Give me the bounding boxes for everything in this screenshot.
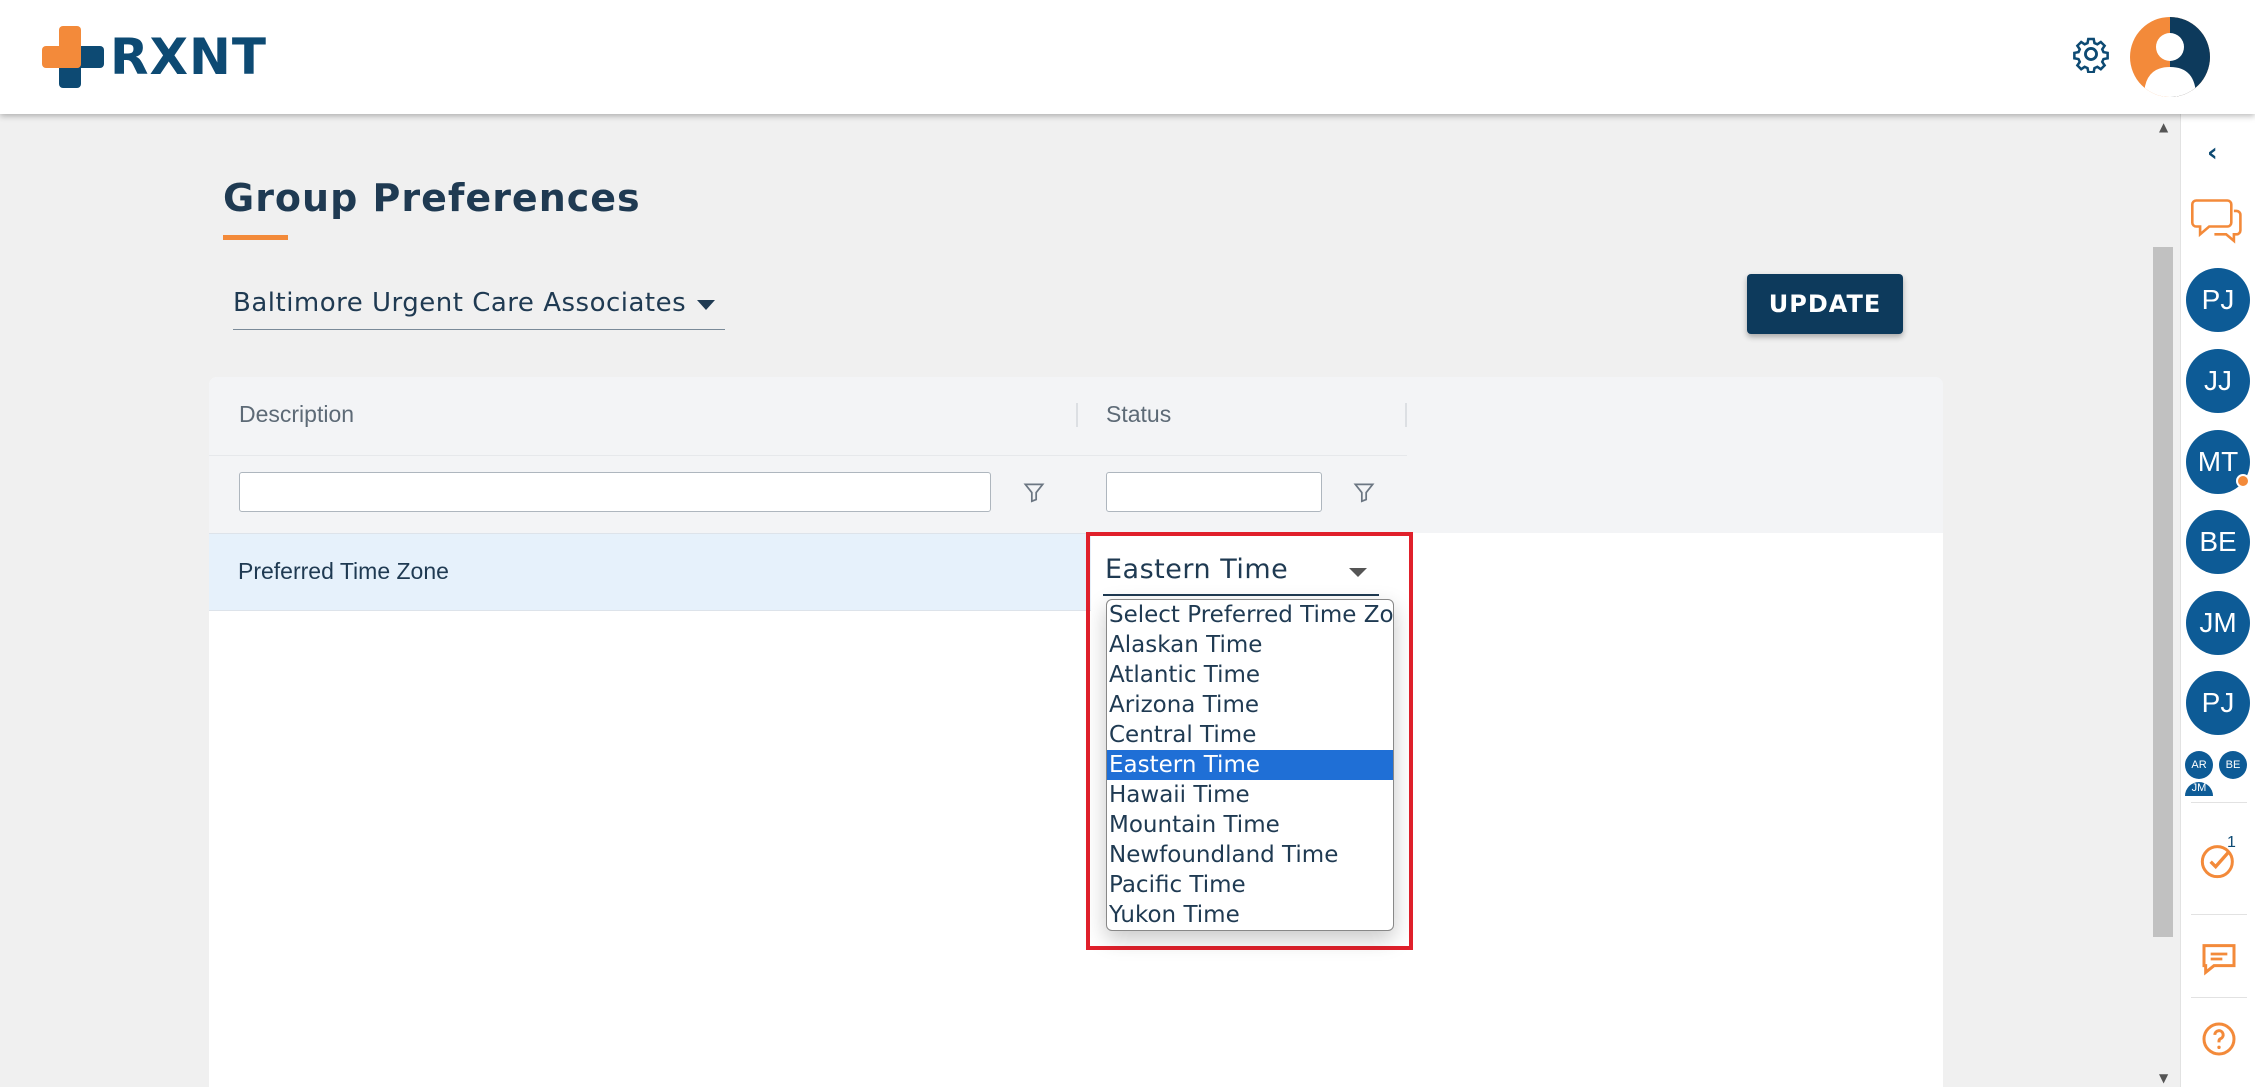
group-select-value: Baltimore Urgent Care Associates	[233, 288, 687, 318]
unread-indicator	[2236, 474, 2250, 488]
preferences-grid: Description Status Preferred Time Zone	[209, 377, 1943, 1087]
contact-avatar[interactable]: PJ	[2186, 268, 2250, 332]
option-eastern-time[interactable]: Eastern Time	[1107, 750, 1393, 780]
time-zone-select-value: Eastern Time	[1105, 554, 1289, 585]
user-silhouette-icon	[2144, 17, 2210, 97]
option-hawaii-time[interactable]: Hawaii Time	[1107, 780, 1393, 810]
column-separator[interactable]	[1076, 403, 1078, 427]
rxnt-plus-icon	[42, 26, 104, 88]
page-scrollbar[interactable]: ▲ ▼	[2153, 114, 2177, 1087]
scrollbar-thumb[interactable]	[2153, 247, 2173, 937]
scroll-up-icon[interactable]: ▲	[2159, 120, 2168, 134]
chat-bubbles-icon[interactable]	[2191, 195, 2243, 245]
description-filter-input[interactable]	[239, 472, 991, 512]
grid-header-fill	[1407, 377, 1943, 533]
rail-divider	[2191, 997, 2247, 998]
option-arizona-time[interactable]: Arizona Time	[1107, 690, 1393, 720]
right-rail: ‹ PJ JJ MT BE JM PJ AR BE JM 1	[2180, 114, 2255, 1087]
filter-icon[interactable]	[1351, 479, 1377, 505]
contact-mini-avatar[interactable]: JM	[2185, 782, 2213, 796]
rxnt-logo[interactable]: RXNT	[42, 26, 267, 88]
contact-mini-avatar[interactable]: BE	[2219, 751, 2247, 779]
contact-avatar[interactable]: PJ	[2186, 671, 2250, 735]
scroll-down-icon[interactable]: ▼	[2159, 1071, 2168, 1085]
chevron-down-icon	[697, 300, 715, 310]
time-zone-options-list: Select Preferred Time Zone Alaskan Time …	[1106, 599, 1394, 931]
option-alaskan-time[interactable]: Alaskan Time	[1107, 630, 1393, 660]
option-select-preferred-time-zone[interactable]: Select Preferred Time Zone	[1107, 600, 1393, 630]
contact-avatar[interactable]: BE	[2186, 510, 2250, 574]
contact-avatar[interactable]: JM	[2186, 591, 2250, 655]
chevron-left-icon[interactable]: ‹	[2207, 138, 2218, 168]
task-count-badge: 1	[2227, 834, 2236, 851]
contact-avatar[interactable]: JJ	[2186, 349, 2250, 413]
option-pacific-time[interactable]: Pacific Time	[1107, 870, 1393, 900]
message-icon[interactable]	[2199, 939, 2239, 979]
group-select[interactable]: Baltimore Urgent Care Associates	[233, 280, 725, 330]
column-separator[interactable]	[1405, 403, 1407, 427]
time-zone-select[interactable]: Eastern Time	[1103, 544, 1379, 596]
option-mountain-time[interactable]: Mountain Time	[1107, 810, 1393, 840]
contact-mini-avatar[interactable]: AR	[2185, 751, 2213, 779]
help-icon[interactable]	[2199, 1019, 2239, 1059]
rail-divider	[2191, 914, 2247, 915]
option-atlantic-time[interactable]: Atlantic Time	[1107, 660, 1393, 690]
status-filter-input[interactable]	[1106, 472, 1322, 512]
row-description: Preferred Time Zone	[238, 558, 449, 584]
rail-divider	[2191, 802, 2247, 803]
title-underline	[223, 235, 288, 240]
table-row[interactable]: Preferred Time Zone	[209, 533, 1091, 611]
chevron-down-icon	[1349, 568, 1367, 577]
user-avatar-icon[interactable]	[2130, 17, 2210, 97]
column-header-status[interactable]: Status	[1106, 401, 1171, 428]
column-header-description[interactable]: Description	[239, 401, 354, 428]
top-header: RXNT	[0, 0, 2255, 114]
filter-icon[interactable]	[1021, 479, 1047, 505]
logo-wordmark: RXNT	[110, 28, 268, 86]
page-title: Group Preferences	[223, 176, 641, 220]
option-newfoundland-time[interactable]: Newfoundland Time	[1107, 840, 1393, 870]
option-yukon-time[interactable]: Yukon Time	[1107, 900, 1393, 930]
option-central-time[interactable]: Central Time	[1107, 720, 1393, 750]
update-button[interactable]: UPDATE	[1747, 274, 1903, 334]
gear-icon[interactable]	[2072, 35, 2110, 73]
